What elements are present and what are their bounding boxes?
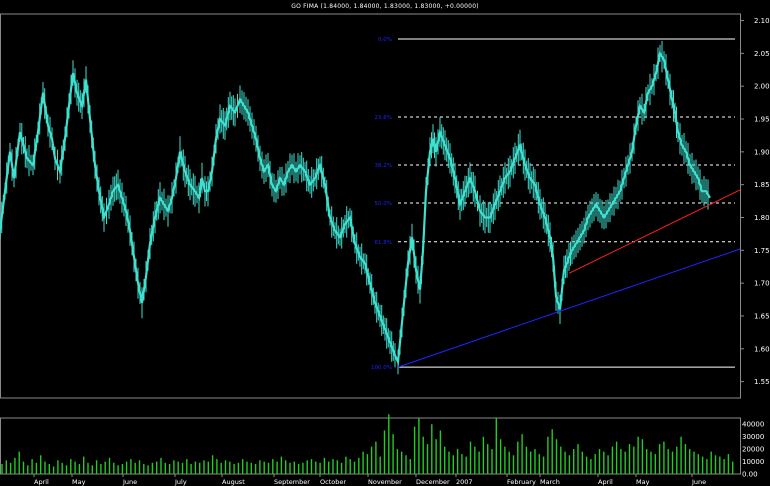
price-chart: 0.0%23.6%38.2%50.0%61.8%100.0% 2.102.052… <box>0 13 770 486</box>
price-tick-label: 2.10 <box>754 17 770 25</box>
fib-level-label: 23.6% <box>375 115 392 121</box>
price-series <box>0 40 711 375</box>
fib-level-label: 100.0% <box>371 365 392 371</box>
price-tick-label: 1.95 <box>754 116 770 124</box>
price-tick-label: 1.70 <box>754 280 770 288</box>
price-tick-label: 1.65 <box>754 312 770 320</box>
x-tick-label: November <box>368 478 402 486</box>
fib-level-label: 61.8% <box>375 240 392 246</box>
price-tick-label: 1.90 <box>754 148 770 156</box>
x-tick-label: April <box>34 478 49 486</box>
fib-level-label: 38.2% <box>375 163 392 169</box>
price-tick-label: 1.60 <box>754 345 770 353</box>
x-tick-label: July <box>174 478 187 486</box>
x-tick-label: September <box>274 478 310 486</box>
price-tick-label: 2.05 <box>754 50 770 58</box>
x-tick-label: May <box>72 478 86 486</box>
price-tick-label: 1.75 <box>754 247 770 255</box>
fib-level-label: 0.0% <box>378 37 392 43</box>
volume-tick-label: 40000 <box>742 421 764 429</box>
x-tick-label: May <box>636 478 650 486</box>
volume-tick-label: 20000 <box>742 446 764 454</box>
volume-tick-label: 0.00 <box>742 471 758 479</box>
axes: 2.10 2.05 2.00 1.95 1.90 1.85 1.80 1.75 1.70 1.65… <box>33 17 770 486</box>
trendline <box>568 189 741 274</box>
x-tick-label: October <box>320 478 346 486</box>
price-tick-label: 2.00 <box>754 83 770 91</box>
x-tick-label: August <box>222 478 245 486</box>
volume-tick-label: 10000 <box>742 458 764 466</box>
volume-tick-label: 30000 <box>742 433 764 441</box>
x-tick-label: March <box>540 478 560 486</box>
x-tick-label: February <box>507 478 536 486</box>
trendlines <box>397 189 741 368</box>
price-tick-label: 1.80 <box>754 214 770 222</box>
volume-series <box>1 414 734 474</box>
x-tick-label: December <box>416 478 450 486</box>
x-tick-label: June <box>122 478 137 486</box>
price-tick-label: 1.85 <box>754 181 770 189</box>
x-tick-label: 2007 <box>456 478 473 486</box>
x-tick-label: June <box>691 478 706 486</box>
price-tick-label: 1.55 <box>754 378 770 386</box>
fib-level-label: 50.0% <box>375 201 392 207</box>
x-tick-label: April <box>598 478 613 486</box>
